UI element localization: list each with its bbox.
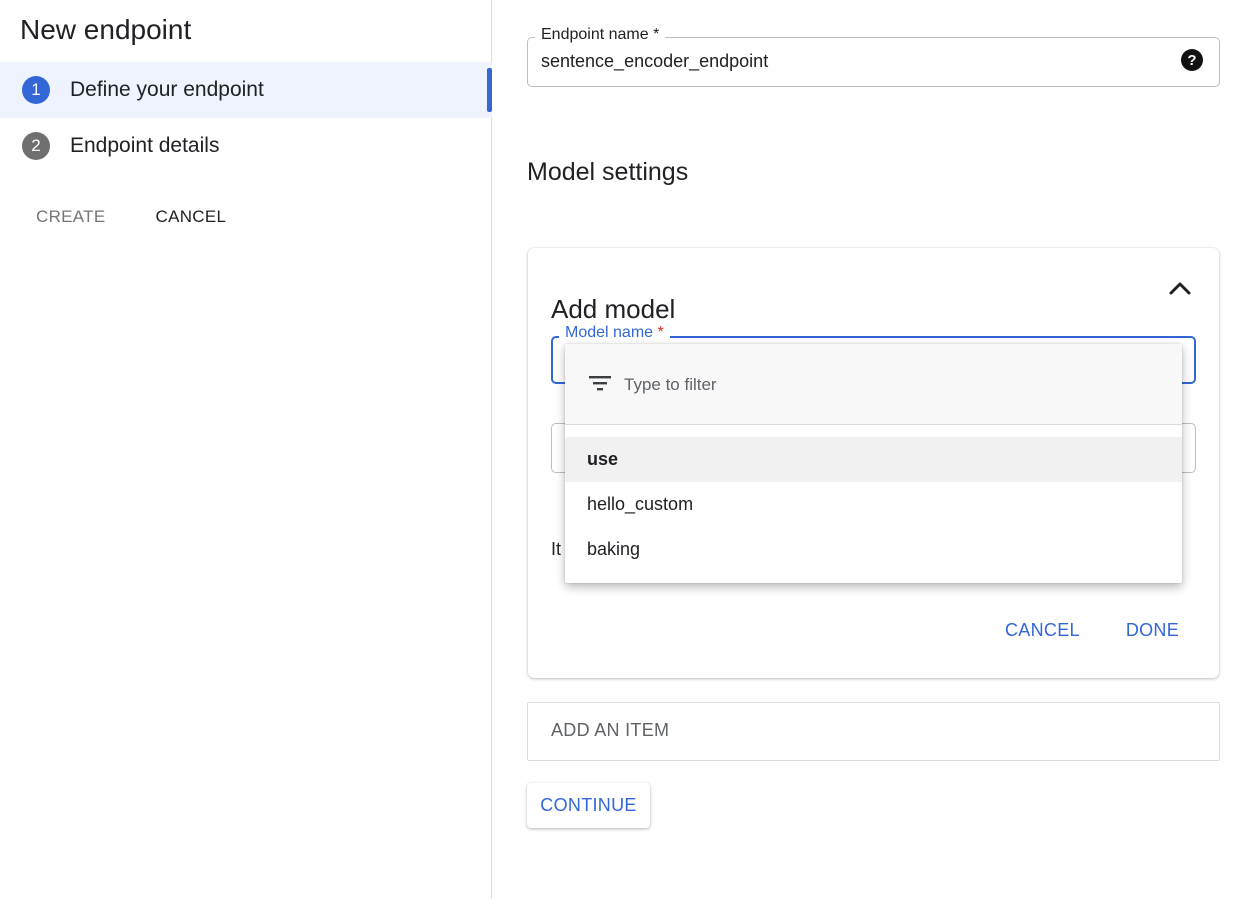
help-icon[interactable]: ? (1181, 49, 1203, 71)
step-number-badge: 2 (22, 132, 50, 160)
continue-button[interactable]: CONTINUE (527, 783, 650, 828)
cancel-button[interactable]: CANCEL (156, 207, 227, 227)
dropdown-option-baking[interactable]: baking (565, 527, 1182, 572)
active-step-indicator (487, 68, 492, 112)
dropdown-options: use hello_custom baking (565, 437, 1182, 572)
card-actions: CANCEL DONE (1005, 620, 1179, 641)
model-name-label: Model name * (559, 324, 670, 342)
model-name-label-text: Model name (565, 324, 654, 341)
dropdown-option-use[interactable]: use (565, 437, 1182, 482)
model-name-dropdown: Type to filter use hello_custom baking (565, 344, 1182, 583)
add-model-title: Add model (551, 294, 676, 324)
filter-bar[interactable]: Type to filter (565, 344, 1182, 425)
step-label: Define your endpoint (70, 78, 264, 101)
endpoint-name-label: Endpoint name * (535, 26, 666, 44)
required-marker: * (657, 324, 664, 341)
step-define-endpoint[interactable]: 1 Define your endpoint (0, 62, 492, 118)
stepper-actions: CREATE CANCEL (36, 207, 226, 227)
page-title: New endpoint (20, 14, 192, 45)
dropdown-option-hello-custom[interactable]: hello_custom (565, 482, 1182, 527)
filter-icon (589, 376, 611, 391)
endpoint-name-value[interactable]: sentence_encoder_endpoint (541, 51, 768, 72)
model-settings-title: Model settings (527, 158, 689, 186)
partial-hint-text: It (551, 539, 562, 559)
stepper-panel: New endpoint 1 Define your endpoint 2 En… (0, 0, 492, 899)
create-button[interactable]: CREATE (36, 207, 106, 227)
step-number-badge: 1 (22, 76, 50, 104)
step-label: Endpoint details (70, 134, 220, 157)
chevron-up-icon[interactable] (1166, 278, 1194, 298)
step-endpoint-details[interactable]: 2 Endpoint details (0, 118, 492, 174)
done-button[interactable]: DONE (1126, 620, 1179, 641)
card-cancel-button[interactable]: CANCEL (1005, 620, 1080, 641)
filter-input[interactable]: Type to filter (624, 375, 717, 395)
add-item-label: ADD AN ITEM (551, 720, 670, 740)
